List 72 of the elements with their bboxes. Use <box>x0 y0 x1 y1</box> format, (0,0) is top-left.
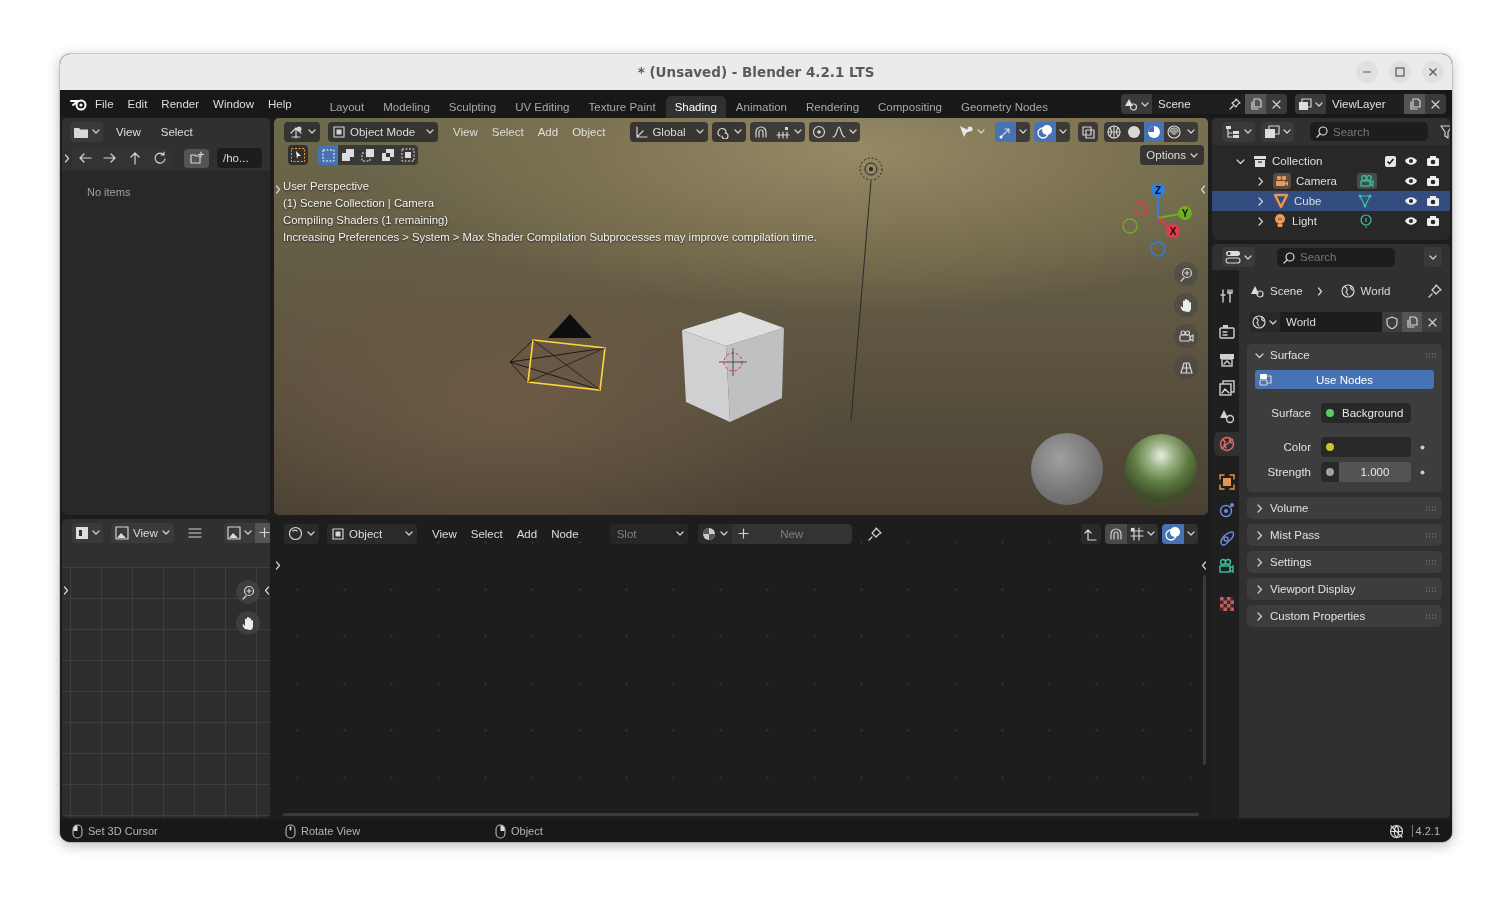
outliner-label: Cube <box>1294 195 1322 207</box>
breadcrumb-item: World <box>1360 285 1391 297</box>
version-text: 4.2.1 <box>1411 825 1440 837</box>
status-hint: Object <box>511 825 543 837</box>
menu-item[interactable]: Select <box>463 523 510 544</box>
workspace-tab[interactable]: UV Editing <box>506 96 579 118</box>
viewport-info-text: Compiling Shaders (1 remaining) <box>283 213 449 228</box>
navigation-gizmo-drawing[interactable]: Z Y X <box>1118 180 1198 260</box>
panel-header[interactable]: Surface <box>1247 344 1442 366</box>
outliner-label: Collection <box>1272 155 1323 167</box>
outliner-label: Camera <box>1296 175 1337 187</box>
menu-item[interactable]: Edit <box>120 94 155 114</box>
menu-item[interactable]: Object <box>565 121 613 142</box>
number-field[interactable]: 1.000 <box>1339 462 1411 482</box>
viewport-info-text: Increasing Preferences > System > Max Shader Compilation Subprocesses may improve compilation time. <box>283 230 817 245</box>
panel-header[interactable]: Viewport Display <box>1247 578 1442 600</box>
outliner-label: Light <box>1292 215 1317 227</box>
workspace-tab[interactable]: Modeling <box>374 96 439 118</box>
menu-item[interactable]: View <box>446 121 485 142</box>
menu-item[interactable]: Node <box>544 523 586 544</box>
panel-header[interactable]: Settings <box>1247 551 1442 573</box>
menu-item[interactable]: Add <box>509 523 545 544</box>
field-label: Color <box>1282 441 1312 453</box>
menu-item[interactable]: View <box>109 121 148 142</box>
workspace-tab[interactable]: Animation <box>726 96 796 118</box>
panel-header[interactable]: Volume <box>1247 497 1442 519</box>
status-hint: Rotate View <box>301 825 361 837</box>
workspace-tab[interactable]: Texture Paint <box>579 96 665 118</box>
world-name-field[interactable]: World <box>1280 312 1382 332</box>
shader-socket-button[interactable]: Background <box>1321 403 1412 423</box>
use-nodes-button[interactable]: Use Nodes <box>1255 370 1434 389</box>
panel-header[interactable]: Custom Properties <box>1247 605 1442 627</box>
menu-item[interactable]: Add <box>530 121 566 142</box>
workspace-tab[interactable]: Rendering <box>797 96 869 118</box>
outliner-row[interactable]: Light <box>1212 211 1450 231</box>
workspace-tab[interactable]: Sculpting <box>439 96 506 118</box>
breadcrumb-item: Scene <box>1270 285 1303 297</box>
viewport-info-text: User Perspective <box>283 179 369 194</box>
path-field[interactable]: /ho... <box>217 148 262 168</box>
workspace-tab[interactable]: Geometry Nodes <box>952 96 1057 118</box>
workspace-tab[interactable]: Compositing <box>869 96 951 118</box>
menu-item[interactable]: Help <box>261 94 299 114</box>
empty-list-text: No items <box>86 185 132 200</box>
outliner-row[interactable]: Collection <box>1212 151 1450 171</box>
shader-type-dropdown[interactable]: Object <box>327 523 417 544</box>
outliner-row[interactable]: Camera <box>1212 171 1450 191</box>
axis-label: Z <box>1154 184 1162 196</box>
workspace-tab[interactable]: Shading <box>665 96 726 118</box>
status-hint: Set 3D Cursor <box>88 825 158 837</box>
workspace-tab[interactable]: Layout <box>320 96 374 118</box>
menu-item[interactable]: Select <box>153 121 200 142</box>
scene-name-field[interactable]: Scene <box>1152 94 1224 114</box>
search-field[interactable]: Search <box>1277 247 1395 267</box>
panel-header[interactable]: Mist Pass <box>1247 524 1442 546</box>
menu-item[interactable]: File <box>88 94 121 114</box>
menu-item[interactable]: View <box>425 523 464 544</box>
menu-item[interactable]: Render <box>154 94 207 114</box>
view-dropdown[interactable]: View <box>111 522 174 543</box>
orientation-dropdown[interactable]: Global <box>630 121 709 142</box>
field-label: Surface <box>1270 407 1312 419</box>
menu-item[interactable]: Select <box>484 121 531 142</box>
viewport-info-text: (1) Scene Collection | Camera <box>283 196 435 211</box>
outliner-row[interactable]: Cube <box>1212 191 1450 211</box>
mode-dropdown[interactable]: Object Mode <box>328 121 438 142</box>
options-dropdown[interactable]: Options <box>1140 145 1204 165</box>
menu-item[interactable]: Window <box>206 94 261 114</box>
axis-label: X <box>1169 225 1177 237</box>
field-label: Strength <box>1266 466 1312 478</box>
view-layer-name-field[interactable]: ViewLayer <box>1326 94 1404 114</box>
axis-label: Y <box>1181 207 1189 219</box>
search-field[interactable]: Search <box>1310 122 1428 141</box>
window-title: * (Unsaved) - Blender 4.2.1 LTS <box>637 64 875 80</box>
